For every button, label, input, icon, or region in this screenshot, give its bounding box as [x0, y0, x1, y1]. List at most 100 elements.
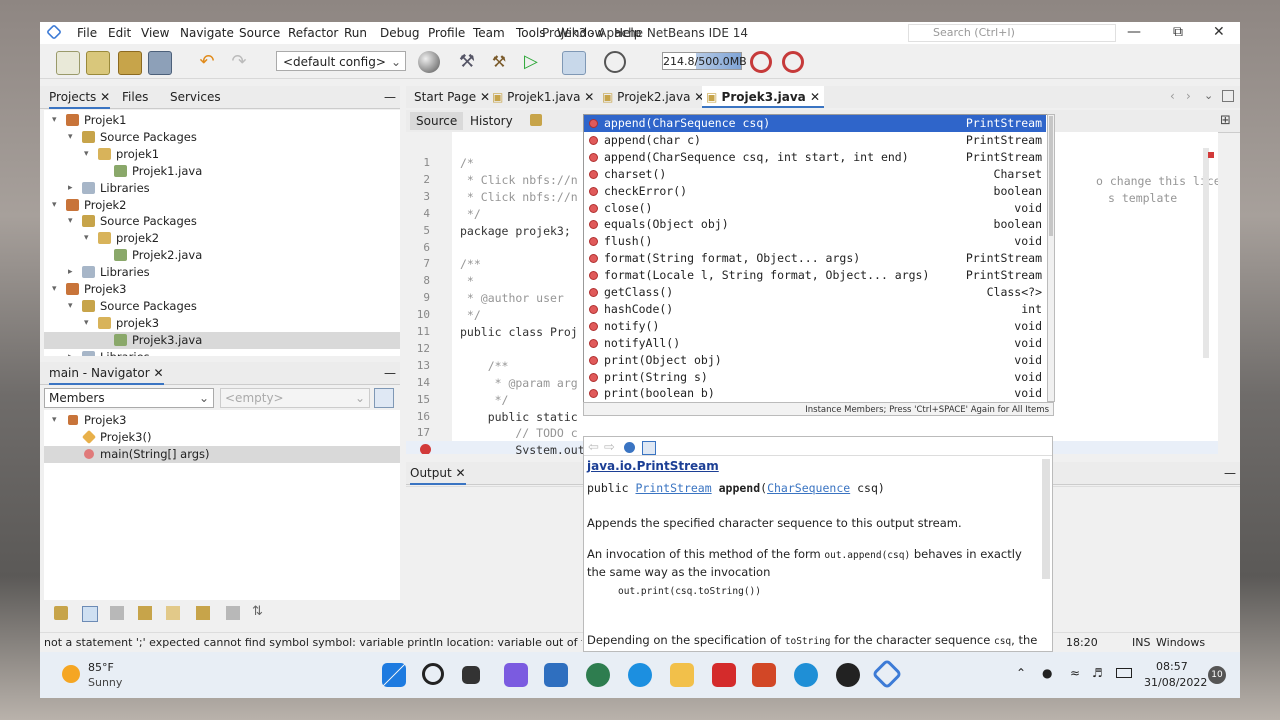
menu-navigate[interactable]: Navigate	[180, 26, 234, 40]
menu-profile[interactable]: Profile	[428, 26, 465, 40]
expand-icon[interactable]: ▸	[68, 264, 77, 281]
completion-item[interactable]: append(char c) PrintStream	[584, 132, 1046, 149]
completion-item[interactable]: close() void	[584, 200, 1046, 217]
open-browser-icon[interactable]	[642, 441, 656, 455]
mcafee-icon[interactable]	[712, 663, 736, 687]
store-icon[interactable]	[544, 663, 568, 687]
minimize-panel-icon[interactable]: —	[384, 90, 396, 104]
open-project-icon[interactable]	[118, 51, 142, 75]
minimize-button[interactable]: —	[1127, 24, 1141, 40]
tree-item-package[interactable]: ▾ projek2	[44, 230, 400, 247]
collapse-icon[interactable]: ▾	[84, 315, 93, 332]
minimize-output-icon[interactable]: —	[1224, 466, 1236, 480]
completion-item[interactable]: append(CharSequence csq) PrintStream	[584, 115, 1046, 132]
completion-item[interactable]: getClass() Class<?>	[584, 284, 1046, 301]
menu-file[interactable]: File	[77, 26, 97, 40]
edge-icon[interactable]	[794, 663, 818, 687]
tree-item-file[interactable]: Projek3.java	[44, 331, 400, 349]
insert-mode[interactable]: INS	[1132, 633, 1150, 652]
tab-start-page[interactable]: Start Page ✕	[410, 86, 494, 108]
debug-icon[interactable]	[562, 51, 586, 75]
close-button[interactable]: ✕	[1213, 24, 1225, 40]
history-tab[interactable]: History	[470, 114, 513, 128]
run-icon[interactable]: ▷	[524, 51, 546, 73]
tree-item-project[interactable]: ▾ Projek1	[44, 112, 400, 129]
completion-item[interactable]: hashCode() int	[584, 301, 1046, 318]
menu-refactor[interactable]: Refactor	[288, 26, 338, 40]
filter-inherited-icon[interactable]	[110, 606, 124, 620]
menu-source[interactable]: Source	[239, 26, 280, 40]
chat-icon[interactable]	[504, 663, 528, 687]
tree-item-lib[interactable]: ▸ Libraries	[44, 180, 400, 197]
wifi-icon[interactable]: ≈	[1070, 666, 1080, 680]
clean-build-icon[interactable]: ⚒	[488, 51, 510, 73]
expand-icon[interactable]: ▸	[68, 180, 77, 197]
tab-projek2[interactable]: ▣ Projek2.java ✕	[598, 86, 708, 108]
sort-source-icon[interactable]: ⇅	[252, 604, 263, 619]
weather-temp[interactable]: 85°F	[88, 661, 114, 674]
heap-dump-icon[interactable]	[782, 51, 804, 73]
battery-icon[interactable]	[1116, 668, 1132, 678]
collapse-icon[interactable]: ▾	[68, 129, 77, 146]
tab-projects[interactable]: Projects ✕	[49, 90, 111, 109]
filter-select[interactable]: <empty> ⌄	[220, 388, 370, 408]
tree-item-lib[interactable]: ▸ Libraries	[44, 264, 400, 281]
tab-projek1[interactable]: ▣ Projek1.java ✕	[488, 86, 598, 108]
xbox-icon[interactable]	[586, 663, 610, 687]
menu-team[interactable]: Team	[473, 26, 505, 40]
tab-list-icon[interactable]: ⌄	[1204, 89, 1213, 102]
profile-icon[interactable]	[604, 51, 626, 73]
tab-files[interactable]: Files	[122, 90, 148, 104]
members-select[interactable]: Members ⌄	[44, 388, 214, 408]
memory-indicator[interactable]: 214.8/500.0MB	[662, 52, 747, 70]
weather-desc[interactable]: Sunny	[88, 676, 122, 689]
collapse-icon[interactable]: ▾	[68, 298, 77, 315]
sort-name-icon[interactable]	[226, 606, 240, 620]
tree-item-package[interactable]: ▾ projek1	[44, 146, 400, 163]
fqn-icon[interactable]	[196, 606, 210, 620]
tab-projek3[interactable]: ▣ Projek3.java ✕	[702, 86, 824, 108]
tree-item-package[interactable]: ▾ projek3	[44, 315, 400, 332]
completion-item[interactable]: notify() void	[584, 318, 1046, 335]
collapse-icon[interactable]: ▾	[84, 146, 93, 163]
tree-item-project[interactable]: ▾ Projek3	[44, 281, 400, 298]
forward-icon[interactable]: ⇨	[604, 440, 615, 455]
completion-scrollbar[interactable]	[1047, 114, 1055, 402]
completion-item[interactable]: equals(Object obj) boolean	[584, 216, 1046, 233]
navigator-item[interactable]: main(String[] args)	[44, 446, 400, 463]
tree-item-folder[interactable]: ▾ Source Packages	[44, 129, 400, 146]
editor-scrollbar[interactable]	[1203, 148, 1209, 358]
javadoc-class-link[interactable]: java.io.PrintStream	[587, 459, 719, 473]
code-completion-popup[interactable]: append(CharSequence csq) PrintStream appen…	[583, 114, 1049, 404]
tree-item-file[interactable]: Projek1.java	[44, 163, 400, 180]
navigator-item[interactable]: ▾ Projek3	[44, 412, 400, 429]
minimize-navigator-icon[interactable]: —	[384, 366, 396, 380]
open-source-icon[interactable]	[624, 442, 635, 453]
clock-date[interactable]: 31/08/2022	[1144, 676, 1207, 689]
tree-item-folder[interactable]: ▾ Source Packages	[44, 213, 400, 230]
completion-item[interactable]: print(boolean b) void	[584, 385, 1046, 402]
completion-item[interactable]: print(String s) void	[584, 369, 1046, 386]
tree-item-lib[interactable]: ▸ Libraries	[44, 349, 400, 356]
completion-item[interactable]: checkError() boolean	[584, 183, 1046, 200]
netbeans-taskbar-icon[interactable]	[871, 658, 903, 690]
redo-icon[interactable]: ↷	[228, 51, 250, 73]
error-stripe-marker[interactable]	[1208, 152, 1214, 158]
globe-icon[interactable]	[418, 51, 440, 73]
notification-badge[interactable]: 10	[1208, 666, 1226, 684]
config-select[interactable]: <default config> ⌄	[276, 51, 406, 71]
navigator-options-icon[interactable]	[374, 388, 394, 408]
filter-inner-icon[interactable]	[166, 606, 180, 620]
collapse-icon[interactable]: ▾	[52, 281, 61, 298]
microphone-icon[interactable]: ●	[1042, 666, 1052, 680]
sun-icon[interactable]	[62, 665, 80, 683]
last-edit-icon[interactable]	[530, 114, 542, 126]
filter-fields-icon[interactable]	[54, 606, 68, 620]
caret-position[interactable]: 18:20	[1066, 633, 1098, 652]
task-view-icon[interactable]	[462, 666, 480, 684]
obs-icon[interactable]	[836, 663, 860, 687]
search-taskbar-icon[interactable]	[422, 663, 444, 685]
tab-scroll-left-icon[interactable]: ‹	[1170, 89, 1175, 103]
collapse-icon[interactable]: ▾	[52, 197, 61, 214]
tree-item-folder[interactable]: ▾ Source Packages	[44, 298, 400, 315]
